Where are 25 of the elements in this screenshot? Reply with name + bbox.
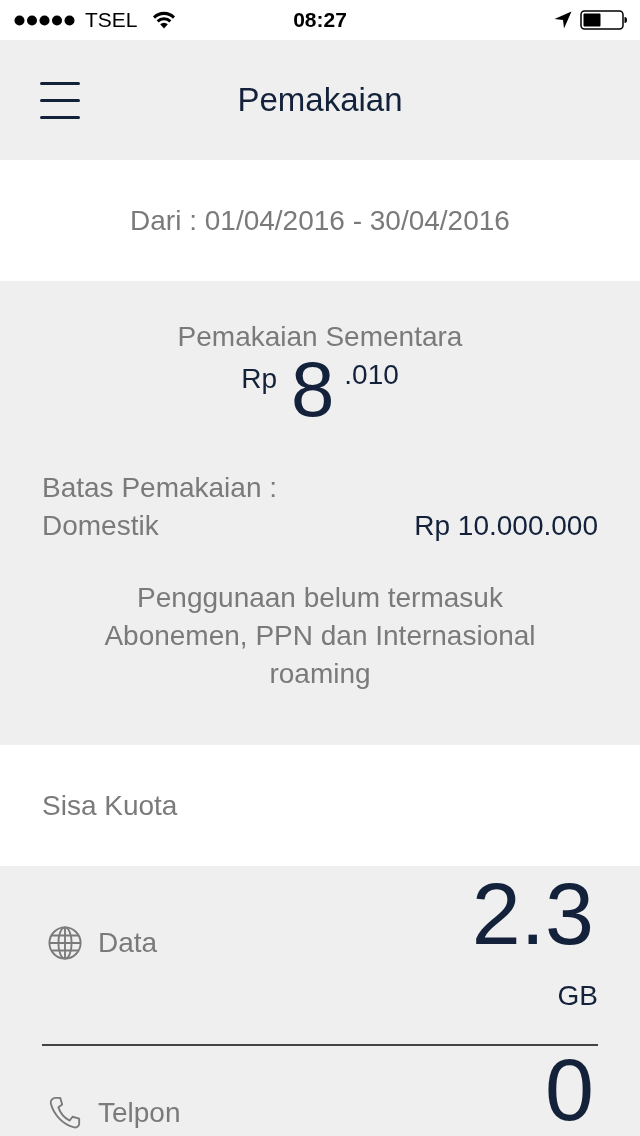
quota-value: 2.3 [471,874,594,954]
quota-value: 0 [545,1050,594,1130]
carrier-name: TSEL [85,8,138,32]
section-title: Sisa Kuota [42,789,178,822]
menu-icon[interactable] [40,81,80,119]
phone-icon [48,1096,82,1130]
quota-unit: GB [557,980,598,1012]
amount-main: 8 [290,353,335,425]
amount-decimals: .010 [344,359,399,391]
limit-value: Rp 10.000.000 [414,509,598,543]
page-title: Pemakaian [237,81,403,119]
clock-time: 08:27 [293,8,347,32]
date-range: Dari : 01/04/2016 - 30/04/2016 [130,204,510,237]
quota-label: Telpon [98,1098,181,1128]
location-arrow-icon [554,11,572,29]
limit-type: Domestik [42,509,159,543]
currency-label: Rp [241,363,277,395]
usage-note: Penggunaan belum termasuk Abonemen, PPN dan Internasional roaming [103,581,537,691]
wifi-icon [151,11,176,29]
quota-label: Data [98,926,158,960]
limit-label: Batas Pemakaian : [42,471,278,505]
usage-title: Pemakaian Sementara [177,320,463,354]
signal-icon [14,14,75,26]
battery-icon [580,10,628,30]
globe-icon [48,926,82,960]
